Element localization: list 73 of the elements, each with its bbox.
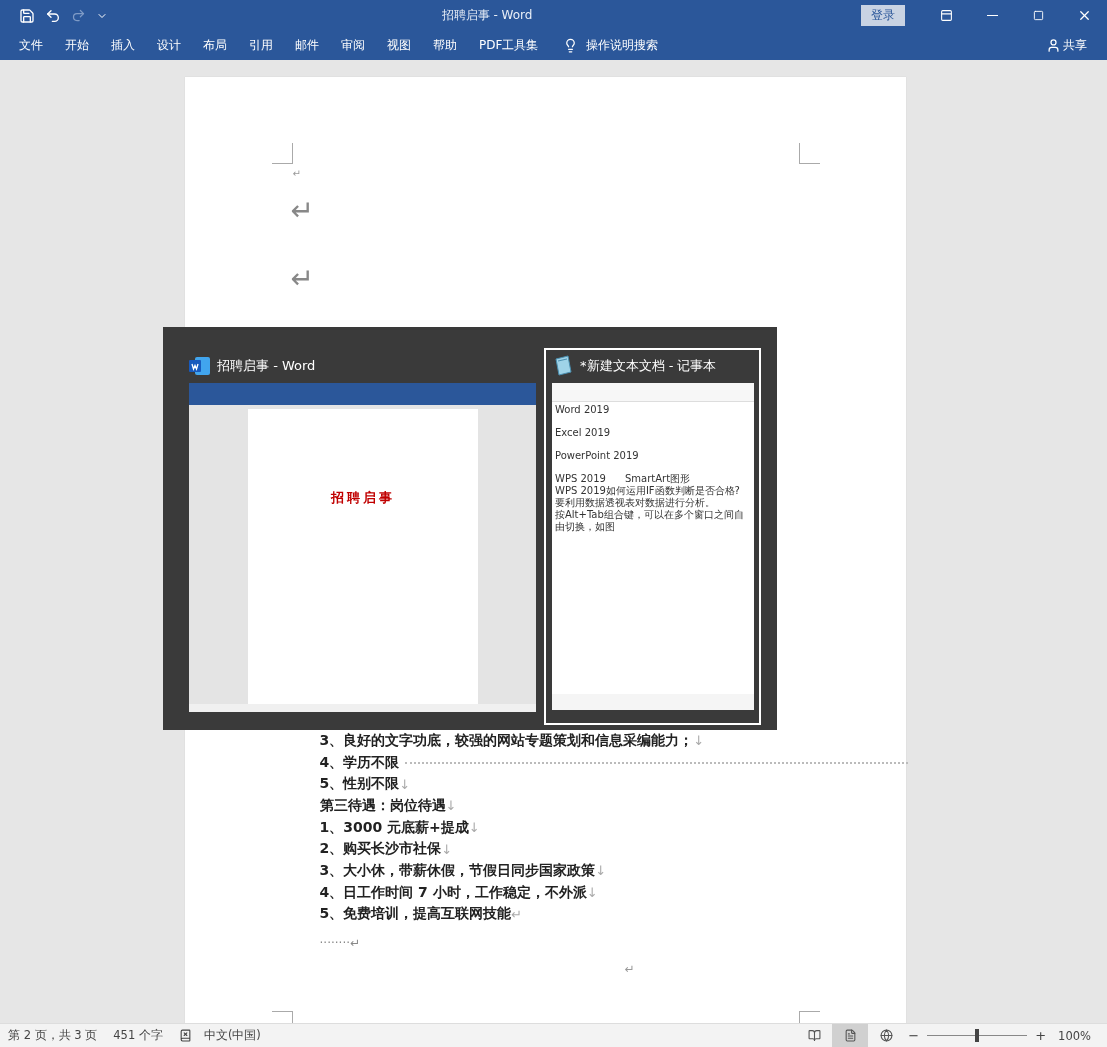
ribbon-tab[interactable]: 设计 <box>146 31 192 60</box>
preview-text-line: WPS 2019 SmartArt图形 <box>555 473 692 485</box>
window-title: 招聘启事 - Word <box>440 7 534 24</box>
paragraph-mark: ↵ <box>350 936 361 951</box>
switcher-window-title: 招聘启事 - Word <box>217 357 316 375</box>
book-icon <box>807 1029 821 1042</box>
crop-mark <box>271 143 293 164</box>
language-label: 中文(中国) <box>203 1028 261 1043</box>
document-text: 第三待遇：岗位待遇 <box>319 796 446 815</box>
switcher-window[interactable]: *新建文本文档 - 记事本 Word 2019 Excel 2019 PowerPoint 2019 WPS 2019 SmartArt图形 WPS 2019如何运用IF函数判断是否合格? 要利用数据透视表对数据进行分析。 按Alt+Tab组合键，可以在多个窗口之间自由切换，如图 <box>544 348 761 725</box>
document-app-icon <box>189 356 211 376</box>
preview-text-line: Word 2019 <box>555 404 611 416</box>
paragraph-mark: ↵ <box>290 265 315 293</box>
sign-in-button[interactable]: 登录 <box>861 5 905 26</box>
ribbon-tab[interactable]: 邮件 <box>284 31 330 60</box>
paragraph-mark: ↓ <box>468 820 480 836</box>
minimize-icon <box>986 15 998 16</box>
paragraph-mark: ↓ <box>595 863 607 879</box>
person-icon <box>1046 38 1061 53</box>
ribbon-display-icon <box>939 9 953 22</box>
page-icon <box>843 1029 857 1042</box>
zoom-slider-thumb[interactable] <box>975 1029 980 1042</box>
print-layout-button[interactable] <box>832 1024 869 1047</box>
ribbon-tab[interactable]: PDF工具集 <box>468 31 550 60</box>
ribbon-tab[interactable]: 视图 <box>376 31 422 60</box>
document-text: 2、购买长沙市社保 <box>319 840 442 859</box>
page-count: 第 2 页，共 3 页 <box>8 1028 98 1043</box>
paragraph-mark: ↵ <box>511 906 523 922</box>
document-text: 1、3000 元底薪+提成 <box>319 818 469 837</box>
document-text: 5、性别不限 <box>319 775 400 794</box>
ribbon-tab[interactable]: 帮助 <box>422 31 468 60</box>
save-icon <box>19 7 35 24</box>
switcher-window-title: *新建文本文档 - 记事本 <box>580 357 717 375</box>
preview-text-line: PowerPoint 2019 <box>555 450 640 462</box>
preview-text-line: 按Alt+Tab组合键，可以在多个窗口之间自由切换，如图 <box>555 509 745 533</box>
tell-me-search[interactable]: 操作说明搜索 <box>557 36 665 55</box>
notepad-icon <box>552 355 574 377</box>
maximize-icon <box>1032 10 1044 21</box>
redo-icon <box>71 8 86 23</box>
preview-text-line: Excel 2019 <box>555 427 612 439</box>
paragraph-mark: ↓ <box>441 841 453 857</box>
document-text: 4、学历不限 <box>319 753 400 772</box>
zoom-out-button[interactable]: − <box>904 1028 924 1043</box>
ribbon-tab[interactable]: 引用 <box>238 31 284 60</box>
ribbon-tab[interactable]: 布局 <box>192 31 238 60</box>
document-text: 4、日工作时间 7 小时，工作稳定，不外派 <box>319 883 587 902</box>
globe-icon <box>879 1029 893 1042</box>
zoom-level: 100% <box>1058 1028 1091 1043</box>
zoom-in-button[interactable]: + <box>1031 1028 1051 1043</box>
share-button[interactable]: 共享 <box>1040 36 1093 55</box>
ribbon-tab[interactable]: 开始 <box>54 31 100 60</box>
paragraph-mark: ↵ <box>292 168 302 179</box>
document-text: 3、良好的文字功底，较强的网站专题策划和信息采编能力； <box>319 731 694 750</box>
paragraph-mark: ↵ <box>290 197 315 225</box>
preview-heading: 招聘启事 <box>330 489 395 507</box>
crop-mark <box>798 143 820 164</box>
ribbon-tab[interactable]: 文件 <box>8 31 54 60</box>
paragraph-mark: ↓ <box>586 885 598 901</box>
proofing-icon <box>178 1029 192 1042</box>
document-text: 3、大小休，带薪休假，节假日同步国家政策 <box>319 861 596 880</box>
word-count: 451 个字 <box>113 1028 163 1043</box>
preview-text-line: WPS 2019如何运用IF函数判断是否合格? <box>555 485 741 497</box>
paragraph-mark: ↓ <box>399 776 411 792</box>
dot-leader-text: ········ <box>319 936 350 951</box>
ribbon-tab[interactable]: 审阅 <box>330 31 376 60</box>
undo-icon <box>45 7 61 24</box>
preview-text-line: 要利用数据透视表对数据进行分析。 <box>555 497 716 509</box>
paragraph-mark: ↓ <box>445 798 457 814</box>
ribbon-tab[interactable]: 插入 <box>100 31 146 60</box>
paragraph-mark: ↵ <box>624 962 636 977</box>
switcher-window[interactable]: 招聘启事 - Word 招聘启事 <box>187 351 538 717</box>
paragraph-mark: ↓ <box>693 733 705 749</box>
document-text: 5、免费培训，提高互联网技能 <box>319 905 512 924</box>
